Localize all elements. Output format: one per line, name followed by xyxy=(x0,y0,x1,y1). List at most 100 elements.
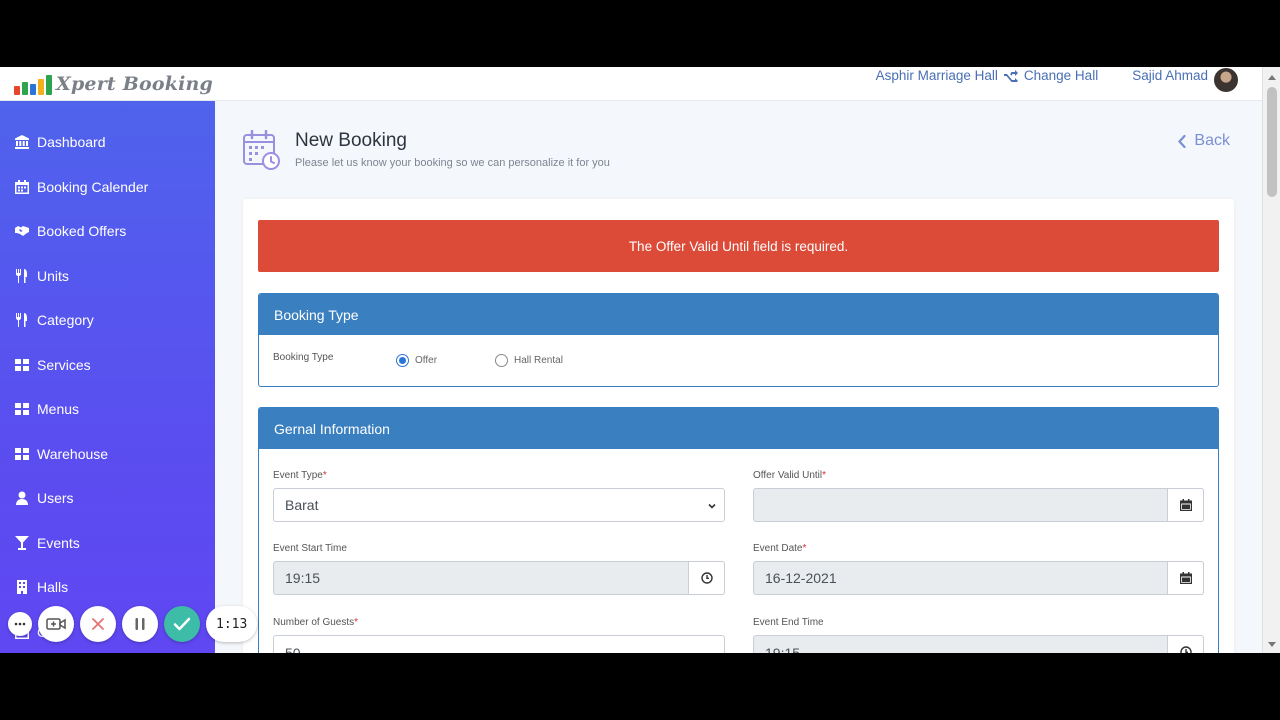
event-type-label: Event Type* xyxy=(273,470,327,481)
sidebar-item-warehouse[interactable]: Warehouse xyxy=(0,439,215,469)
sidebar-item-dashboard[interactable]: Dashboard xyxy=(0,127,215,157)
avatar[interactable] xyxy=(1214,67,1238,92)
sidebar-item-label: Warehouse xyxy=(37,446,109,462)
panel-header: Booking Type xyxy=(259,294,1218,335)
scroll-down-arrow-icon[interactable] xyxy=(1268,642,1276,647)
calendar-button[interactable] xyxy=(1167,561,1204,595)
number-of-guests-value: 50 xyxy=(285,645,301,653)
sidebar-item-users[interactable]: Users xyxy=(0,483,215,513)
recording-timer: 1:13 xyxy=(206,606,258,642)
offer-valid-until-input[interactable] xyxy=(753,488,1204,522)
event-start-time-input[interactable]: 19:15 xyxy=(273,561,725,595)
sidebar-item-label: Units xyxy=(37,268,69,284)
sidebar-item-booking-calender[interactable]: Booking Calender xyxy=(0,172,215,202)
clock-button[interactable] xyxy=(688,561,725,595)
event-date-label: Event Date* xyxy=(753,543,807,554)
event-end-time-input[interactable]: 19:15 xyxy=(753,635,1204,653)
sidebar-item-units[interactable]: Units xyxy=(0,261,215,291)
browser-viewport: Xpert Booking Asphir Marriage Hall Chang… xyxy=(0,67,1280,653)
finish-recording-button[interactable] xyxy=(164,606,200,642)
clock-icon xyxy=(700,572,713,584)
page-subtitle: Please let us know your booking so we ca… xyxy=(295,157,610,169)
radio-label: Offer xyxy=(415,355,438,366)
more-options-button[interactable] xyxy=(8,612,32,636)
calendar-icon xyxy=(1179,499,1192,511)
top-bar: Xpert Booking Asphir Marriage Hall Chang… xyxy=(0,67,1262,101)
error-message: The Offer Valid Until field is required. xyxy=(628,238,849,254)
camera-add-icon xyxy=(46,618,66,630)
sidebar: Dashboard Booking Calender Booked Offers… xyxy=(0,101,215,653)
handshake-icon xyxy=(14,224,30,238)
scroll-up-arrow-icon[interactable] xyxy=(1268,75,1276,80)
shuffle-icon[interactable] xyxy=(1003,69,1018,82)
radio-offer[interactable]: Offer xyxy=(396,354,437,367)
brand-name: Xpert Booking xyxy=(56,73,214,95)
event-type-select[interactable]: Barat xyxy=(273,488,725,522)
sidebar-item-label: Booked Offers xyxy=(37,223,127,239)
sidebar-item-label: Dashboard xyxy=(37,134,106,150)
sidebar-item-label: Events xyxy=(37,535,80,551)
hall-name[interactable]: Asphir Marriage Hall xyxy=(876,68,998,83)
screen-recorder-controls: 1:13 xyxy=(8,604,258,644)
panel-header: Gernal Information xyxy=(259,408,1218,449)
event-start-time-value: 19:15 xyxy=(285,570,321,586)
calendar-clock-icon xyxy=(243,130,280,170)
sidebar-item-booked-offers[interactable]: Booked Offers xyxy=(0,216,215,246)
booking-form-card: The Offer Valid Until field is required.… xyxy=(243,199,1234,653)
page-scrollbar[interactable] xyxy=(1262,67,1280,653)
grid-icon xyxy=(14,447,30,461)
user-icon xyxy=(14,491,30,505)
radio-label: Hall Rental xyxy=(514,355,563,366)
chevron-left-icon xyxy=(1178,134,1187,148)
calendar-icon xyxy=(14,180,30,194)
utensils-icon xyxy=(14,269,30,283)
sidebar-item-services[interactable]: Services xyxy=(0,350,215,380)
panel-title: Booking Type xyxy=(274,306,359,323)
calendar-icon xyxy=(1179,572,1192,584)
user-name[interactable]: Sajid Ahmad xyxy=(1132,68,1208,83)
pause-recording-button[interactable] xyxy=(122,606,158,642)
event-date-input[interactable]: 16-12-2021 xyxy=(753,561,1204,595)
event-start-time-label: Event Start Time xyxy=(273,543,347,554)
sidebar-item-events[interactable]: Events xyxy=(0,528,215,558)
event-date-value: 16-12-2021 xyxy=(765,570,837,586)
ellipsis-icon xyxy=(14,622,26,626)
sidebar-item-label: Users xyxy=(37,490,74,506)
scroll-thumb[interactable] xyxy=(1267,87,1277,197)
cancel-recording-button[interactable] xyxy=(80,606,116,642)
clock-button[interactable] xyxy=(1167,635,1204,653)
utensils-icon xyxy=(14,313,30,327)
change-hall-link[interactable]: Change Hall xyxy=(1024,68,1098,83)
grid-icon xyxy=(14,402,30,416)
pause-icon xyxy=(135,618,145,630)
chevron-down-icon xyxy=(708,503,716,509)
sidebar-item-label: Menus xyxy=(37,401,80,417)
back-button[interactable]: Back xyxy=(1178,132,1230,150)
sidebar-item-label: Halls xyxy=(37,579,69,595)
close-icon xyxy=(92,618,104,630)
general-information-panel: Gernal Information Event Type* Barat Off… xyxy=(258,407,1219,653)
main-content: New Booking Please let us know your book… xyxy=(215,101,1262,653)
bank-icon xyxy=(14,135,30,149)
sidebar-item-menus[interactable]: Menus xyxy=(0,394,215,424)
number-of-guests-input[interactable]: 50 xyxy=(273,635,725,653)
radio-dot[interactable] xyxy=(495,354,508,367)
calendar-button[interactable] xyxy=(1167,488,1204,522)
event-end-time-label: Event End Time xyxy=(753,617,824,628)
sidebar-item-category[interactable]: Category xyxy=(0,305,215,335)
sidebar-item-halls[interactable]: Halls xyxy=(0,572,215,602)
event-end-time-value: 19:15 xyxy=(765,645,801,653)
radio-hall-rental[interactable]: Hall Rental xyxy=(495,354,563,367)
offer-valid-until-label: Offer Valid Until* xyxy=(753,470,827,481)
radio-dot[interactable] xyxy=(396,354,409,367)
logo-bars-icon xyxy=(14,73,52,95)
error-alert: The Offer Valid Until field is required. xyxy=(258,220,1219,272)
checkmark-icon xyxy=(173,617,191,631)
clock-icon xyxy=(1179,646,1192,653)
building-icon xyxy=(14,580,30,594)
brand-logo[interactable]: Xpert Booking xyxy=(14,69,213,99)
sidebar-item-label: Category xyxy=(37,312,94,328)
sidebar-item-label: Booking Calender xyxy=(37,179,149,195)
page-title: New Booking xyxy=(295,130,407,151)
camera-toggle-button[interactable] xyxy=(38,606,74,642)
